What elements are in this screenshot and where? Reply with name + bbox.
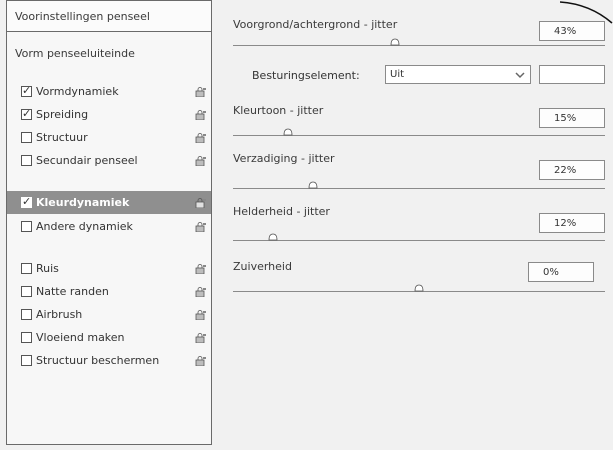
option-texture[interactable]: Structuur [7, 126, 211, 149]
control-select[interactable]: Uit [385, 65, 531, 84]
option-label: Vloeiend maken [36, 331, 125, 344]
fg-bg-jitter-thumb[interactable] [390, 38, 400, 46]
option-airbrush[interactable]: Airbrush [7, 303, 211, 326]
option-label: Natte randen [36, 285, 109, 298]
hue-jitter-label: Kleurtoon - jitter [233, 104, 324, 117]
lock-icon[interactable] [195, 156, 207, 166]
option-other-dynamics[interactable]: Andere dynamiek [7, 215, 211, 238]
option-label: Structuur beschermen [36, 354, 160, 367]
option-color-dynamics[interactable]: Kleurdynamiek [7, 191, 211, 214]
lock-icon[interactable] [195, 356, 207, 366]
option-smoothing[interactable]: Vloeiend maken [7, 326, 211, 349]
color-dynamics-checkbox[interactable] [21, 195, 32, 208]
option-label: Ruis [36, 262, 59, 275]
fg-bg-jitter-slider[interactable] [233, 45, 605, 46]
option-noise[interactable]: Ruis [7, 257, 211, 280]
purity-label: Zuiverheid [233, 260, 292, 273]
brush-tip-shape-item[interactable]: Vorm penseeluiteinde [15, 47, 135, 60]
scattering-checkbox[interactable] [21, 107, 32, 120]
protect-texture-checkbox[interactable] [21, 355, 32, 366]
texture-checkbox[interactable] [21, 132, 32, 143]
saturation-jitter-slider[interactable] [233, 188, 605, 189]
option-dual-brush[interactable]: Secundair penseel [7, 149, 211, 172]
brightness-jitter-slider[interactable] [233, 240, 605, 241]
option-label: Vormdynamiek [36, 85, 119, 98]
option-label: Structuur [36, 131, 88, 144]
lock-icon[interactable] [195, 287, 207, 297]
lock-icon[interactable] [195, 87, 207, 97]
option-label: Spreiding [36, 108, 89, 121]
dual-brush-checkbox[interactable] [21, 155, 32, 166]
option-shape-dynamics[interactable]: Vormdynamiek [7, 80, 211, 103]
option-label: Airbrush [36, 308, 83, 321]
smoothing-checkbox[interactable] [21, 332, 32, 343]
brightness-jitter-thumb[interactable] [268, 233, 278, 241]
option-label: Kleurdynamiek [36, 196, 130, 209]
noise-checkbox[interactable] [21, 263, 32, 274]
saturation-jitter-thumb[interactable] [308, 181, 318, 189]
brightness-jitter-label: Helderheid - jitter [233, 205, 330, 218]
lock-icon[interactable] [195, 264, 207, 274]
chevron-down-icon[interactable] [514, 69, 526, 81]
lock-icon[interactable] [195, 133, 207, 143]
wet-edges-checkbox[interactable] [21, 286, 32, 297]
option-label: Secundair penseel [36, 154, 138, 167]
airbrush-checkbox[interactable] [21, 309, 32, 320]
lock-icon[interactable] [195, 333, 207, 343]
option-label: Andere dynamiek [36, 220, 133, 233]
other-dynamics-checkbox[interactable] [21, 221, 32, 232]
lock-icon[interactable] [195, 110, 207, 120]
purity-input[interactable]: 0% [528, 262, 594, 282]
control-select-value: Uit [390, 69, 405, 80]
option-wet-edges[interactable]: Natte randen [7, 280, 211, 303]
brush-presets-button[interactable]: Voorinstellingen penseel [7, 1, 211, 32]
lock-icon[interactable] [195, 310, 207, 320]
lock-icon[interactable] [195, 222, 207, 232]
brightness-jitter-input[interactable]: 12% [539, 213, 605, 233]
hue-jitter-input[interactable]: 15% [539, 108, 605, 128]
shape-dynamics-checkbox[interactable] [21, 84, 32, 97]
lock-icon[interactable] [195, 198, 207, 208]
control-extra-field[interactable] [539, 65, 605, 84]
control-label: Besturingselement: [252, 69, 360, 82]
option-protect-texture[interactable]: Structuur beschermen [7, 349, 211, 372]
saturation-jitter-input[interactable]: 22% [539, 160, 605, 180]
purity-thumb[interactable] [414, 284, 424, 292]
fg-bg-jitter-label: Voorgrond/achtergrond - jitter [233, 18, 398, 31]
saturation-jitter-label: Verzadiging - jitter [233, 152, 335, 165]
fg-bg-jitter-input[interactable]: 43% [539, 21, 605, 41]
option-scattering[interactable]: Spreiding [7, 103, 211, 126]
hue-jitter-thumb[interactable] [283, 128, 293, 136]
brush-options-panel: Voorinstellingen penseel Vorm penseeluit… [6, 0, 212, 445]
